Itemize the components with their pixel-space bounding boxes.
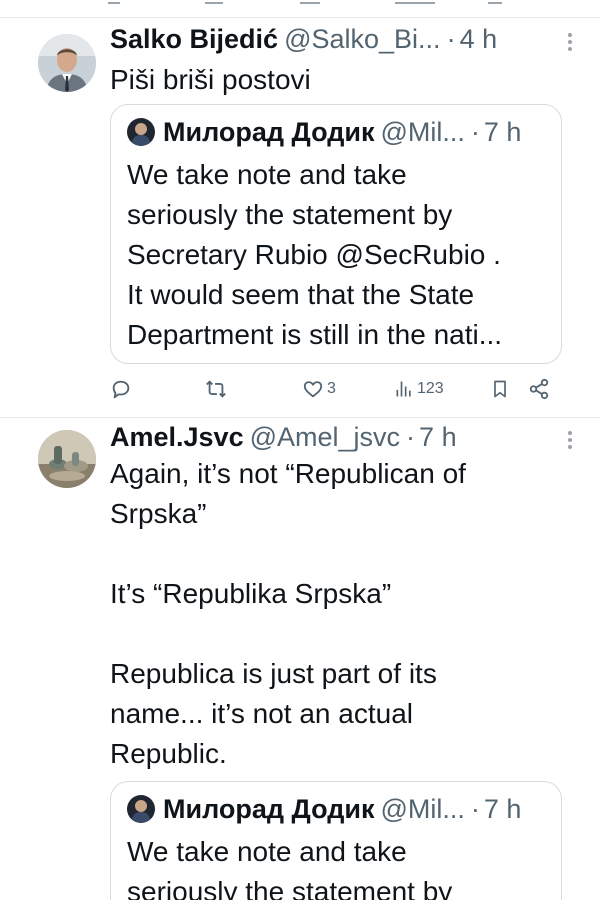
reply-icon	[112, 380, 130, 399]
previous-like-icon	[300, 0, 320, 4]
more-options-icon[interactable]	[560, 30, 580, 54]
quoted-author-handle: @Mil...	[380, 116, 465, 147]
tweet[interactable]: Salko Bijedić @Salko_Bi... · 4 h Piši br…	[0, 18, 600, 418]
separator-dot: ·	[470, 793, 480, 824]
quoted-tweet-text: We take note and take seriously the stat…	[127, 159, 503, 350]
quoted-timestamp: 7 h	[483, 793, 522, 824]
still-life-photo-icon	[38, 430, 96, 488]
quoted-avatar	[127, 118, 155, 146]
avatar[interactable]	[38, 430, 96, 488]
repost-button[interactable]	[204, 374, 231, 404]
quoted-timestamp: 7 h	[483, 116, 522, 147]
author-name[interactable]: Salko Bijedić	[110, 24, 278, 55]
timestamp[interactable]: 4 h	[460, 24, 498, 55]
tweet-header: Salko Bijedić @Salko_Bi... · 4 h	[110, 24, 580, 60]
quoted-tweet-header: Милорад Додик @Mil... · 7 h	[127, 115, 547, 149]
quoted-tweet-header: Милорад Додик @Mil... · 7 h	[127, 792, 547, 826]
heart-icon	[303, 381, 323, 398]
avatar[interactable]	[38, 34, 96, 92]
quoted-tweet[interactable]: Милорад Додик @Mil... · 7 h We take note…	[110, 104, 562, 364]
tweet-header: Amel.Jsvc @Amel_jsvc · 7 h	[110, 422, 580, 458]
man-portrait-icon	[38, 34, 96, 92]
quoted-avatar	[127, 795, 155, 823]
previous-bookmark-icon	[488, 0, 502, 4]
quoted-author-handle: @Mil...	[380, 793, 465, 824]
views-icon	[396, 381, 411, 397]
tweet-actions: 3 123	[110, 374, 562, 404]
views-button[interactable]: 123	[394, 374, 444, 404]
more-options-icon[interactable]	[560, 428, 580, 452]
share-icon	[529, 378, 549, 400]
quoted-tweet-text: We take note and take seriously the stat…	[127, 836, 453, 900]
previous-reply-icon	[108, 0, 120, 4]
quoted-author-name: Милорад Додик	[163, 116, 375, 147]
reply-button[interactable]	[110, 374, 135, 404]
like-count: 3	[327, 380, 336, 397]
like-button[interactable]: 3	[302, 374, 336, 404]
previous-tweet-edge	[0, 0, 600, 18]
timestamp[interactable]: 7 h	[419, 422, 457, 453]
tweet-text: Piši briši postovi	[110, 64, 311, 95]
tweet-text: Again, it’s not “Republican of Srpska” I…	[110, 458, 466, 769]
separator-dot: ·	[406, 422, 416, 452]
author-handle[interactable]: @Salko_Bi...	[284, 24, 440, 55]
previous-views-icon	[395, 0, 435, 4]
share-button[interactable]	[528, 374, 550, 404]
tweet[interactable]: Amel.Jsvc @Amel_jsvc · 7 h Again, it’s n…	[0, 418, 600, 900]
previous-repost-icon	[205, 0, 223, 4]
repost-icon	[206, 380, 226, 398]
quoted-tweet[interactable]: Милорад Додик @Mil... · 7 h We take note…	[110, 781, 562, 900]
bookmark-icon	[494, 380, 506, 398]
bookmark-button[interactable]	[490, 374, 510, 404]
quoted-author-name: Милорад Додик	[163, 793, 375, 824]
views-count: 123	[417, 380, 444, 397]
separator-dot: ·	[470, 116, 480, 147]
separator-dot: ·	[446, 24, 456, 54]
author-name[interactable]: Amel.Jsvc	[110, 422, 244, 453]
author-handle[interactable]: @Amel_jsvc	[250, 422, 400, 453]
